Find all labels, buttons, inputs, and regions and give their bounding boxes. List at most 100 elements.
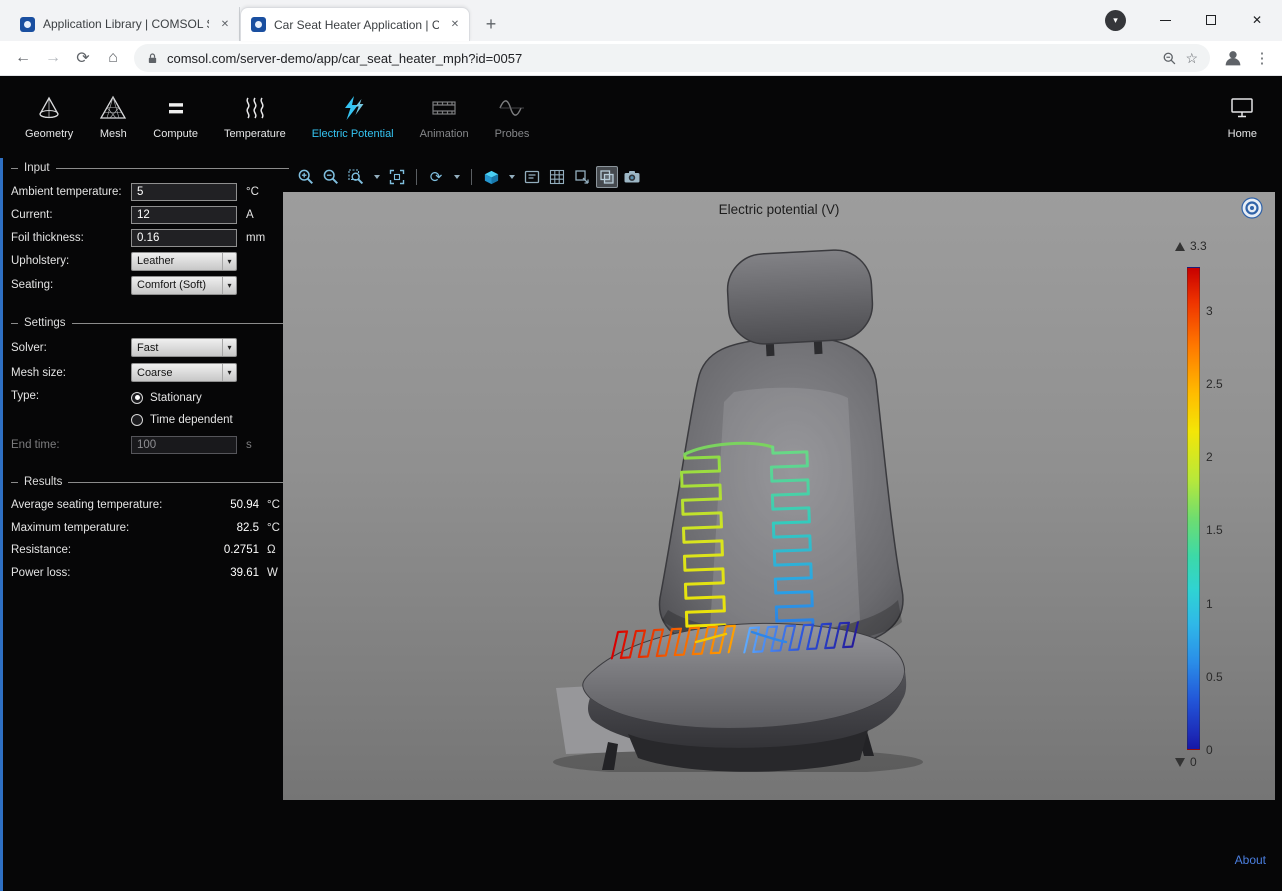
current-input[interactable] (131, 206, 237, 224)
temperature-icon (241, 94, 269, 122)
chevron-down-icon: ▾ (222, 364, 236, 381)
ribbon-electric-potential-button[interactable]: Electric Potential (299, 94, 407, 140)
zoom-out-button[interactable] (320, 166, 342, 188)
ribbon-geometry-button[interactable]: Geometry (12, 94, 86, 140)
browser-tab-application-library[interactable]: Application Library | COMSOL Se ✕ (10, 7, 240, 41)
foil-thickness-input[interactable] (131, 229, 237, 247)
comsol-logo-icon (1241, 197, 1263, 219)
close-window-button[interactable]: ✕ (1234, 3, 1280, 37)
stationary-radio[interactable]: Stationary (131, 390, 233, 405)
view-settings-button[interactable] (571, 166, 593, 188)
ambient-temperature-input[interactable] (131, 183, 237, 201)
new-tab-button[interactable]: + (478, 11, 504, 37)
rotate-icon: ⟳ (430, 170, 443, 185)
forward-icon: → (38, 44, 68, 72)
zoom-indicator-icon[interactable] (1162, 51, 1177, 66)
graphics-toolbar: ⟳ (283, 162, 1275, 192)
legend-tick: 0 (1206, 743, 1213, 757)
chevron-down-icon: ▾ (222, 253, 236, 270)
about-link[interactable]: About (1235, 853, 1266, 867)
app-ribbon: Geometry Mesh Compute Temperature Electr… (0, 76, 1282, 158)
default-view-button[interactable] (480, 166, 502, 188)
legend-tick: 0.5 (1206, 670, 1223, 684)
triangle-up-icon (1175, 242, 1185, 251)
ribbon-mesh-button[interactable]: Mesh (86, 94, 140, 140)
maximize-icon (1206, 15, 1216, 25)
plot-title: Electric potential (V) (283, 202, 1275, 217)
legend-tick: 1.5 (1206, 523, 1223, 537)
browser-menu-icon[interactable]: ⋮ (1250, 49, 1274, 67)
mesh-size-row: Mesh size: Coarse ▾ (11, 360, 289, 385)
zoom-extents-button[interactable] (386, 166, 408, 188)
time-dependent-radio[interactable]: Time dependent (131, 412, 233, 427)
default-view-dropdown[interactable] (505, 166, 518, 188)
transparency-toggle-button[interactable] (596, 166, 618, 188)
input-section-header: Input (11, 160, 289, 176)
zoom-box-button[interactable] (345, 166, 367, 188)
tab-close-icon[interactable]: ✕ (447, 17, 463, 33)
upholstery-row: Upholstery: Leather ▾ (11, 249, 289, 273)
car-seat-model (538, 242, 938, 772)
result-row-power-loss: Power loss: 39.61 W (11, 562, 289, 585)
profile-avatar[interactable] (1220, 45, 1246, 71)
tab-search-button[interactable]: ▾ (1105, 10, 1126, 31)
chevron-down-icon: ▾ (222, 339, 236, 356)
url-field[interactable]: comsol.com/server-demo/app/car_seat_heat… (134, 44, 1210, 72)
graphics-canvas[interactable]: Electric potential (V) (283, 192, 1275, 800)
browser-home-icon[interactable]: ⌂ (98, 44, 128, 72)
results-section-header: Results (11, 474, 289, 490)
ribbon-compute-button[interactable]: Compute (140, 94, 211, 140)
tab-title: Application Library | COMSOL Se (43, 17, 209, 31)
tab-title: Car Seat Heater Application | CO (274, 18, 439, 32)
solver-select[interactable]: Fast ▾ (131, 338, 237, 357)
browser-chrome: Application Library | COMSOL Se ✕ Car Se… (0, 0, 1282, 76)
electric-potential-icon (339, 94, 367, 122)
reset-view-dropdown[interactable] (450, 166, 463, 188)
upholstery-select[interactable]: Leather ▾ (131, 252, 237, 271)
legend-toggle-button[interactable] (521, 166, 543, 188)
maximize-button[interactable] (1188, 3, 1234, 37)
triangle-down-icon (1175, 758, 1185, 767)
home-screen-icon (1228, 94, 1256, 122)
seating-select[interactable]: Comfort (Soft) ▾ (131, 276, 237, 295)
bookmark-star-icon[interactable]: ☆ (1185, 50, 1198, 67)
app-content: Input Ambient temperature: °C Current: A… (0, 158, 1282, 891)
legend-min-marker: 0 (1175, 755, 1197, 769)
minimize-button[interactable] (1142, 3, 1188, 37)
ribbon-animation-button: Animation (407, 94, 482, 140)
mesh-icon (99, 94, 127, 122)
tab-close-icon[interactable]: ✕ (217, 16, 233, 32)
back-icon[interactable]: ← (8, 44, 38, 72)
comsol-favicon (20, 17, 35, 32)
reset-view-button[interactable]: ⟳ (425, 166, 447, 188)
legend-tick: 3 (1206, 304, 1213, 318)
seating-row: Seating: Comfort (Soft) ▾ (11, 273, 289, 297)
ribbon-home-button[interactable]: Home (1215, 94, 1270, 140)
toolbar-separator (416, 169, 417, 185)
toolbar-separator (471, 169, 472, 185)
legend-max-marker: 3.3 (1175, 239, 1207, 253)
ambient-temperature-row: Ambient temperature: °C (11, 180, 289, 203)
grid-toggle-button[interactable] (546, 166, 568, 188)
result-row-average-temperature: Average seating temperature: 50.94 °C (11, 494, 289, 517)
probes-icon (498, 94, 526, 122)
mesh-size-select[interactable]: Coarse ▾ (131, 363, 237, 382)
tab-strip: Application Library | COMSOL Se ✕ Car Se… (0, 0, 1282, 41)
chevron-down-icon (509, 175, 515, 179)
snapshot-button[interactable] (621, 166, 643, 188)
legend-tick: 2 (1206, 450, 1213, 464)
ribbon-temperature-button[interactable]: Temperature (211, 94, 299, 140)
zoom-in-button[interactable] (295, 166, 317, 188)
type-row: Type: Stationary Time dependent (11, 390, 289, 427)
settings-section-header: Settings (11, 315, 289, 331)
radio-icon (131, 414, 143, 426)
zoom-box-dropdown[interactable] (370, 166, 383, 188)
radio-icon (131, 392, 143, 404)
reload-icon[interactable]: ⟳ (68, 44, 98, 72)
sidebar: Input Ambient temperature: °C Current: A… (11, 160, 289, 584)
browser-tab-car-seat-heater[interactable]: Car Seat Heater Application | CO ✕ (240, 7, 470, 41)
result-row-resistance: Resistance: 0.2751 Ω (11, 539, 289, 562)
address-bar: ← → ⟳ ⌂ comsol.com/server-demo/app/car_s… (0, 41, 1282, 76)
end-time-input (131, 436, 237, 454)
end-time-row: End time: s (11, 433, 289, 456)
